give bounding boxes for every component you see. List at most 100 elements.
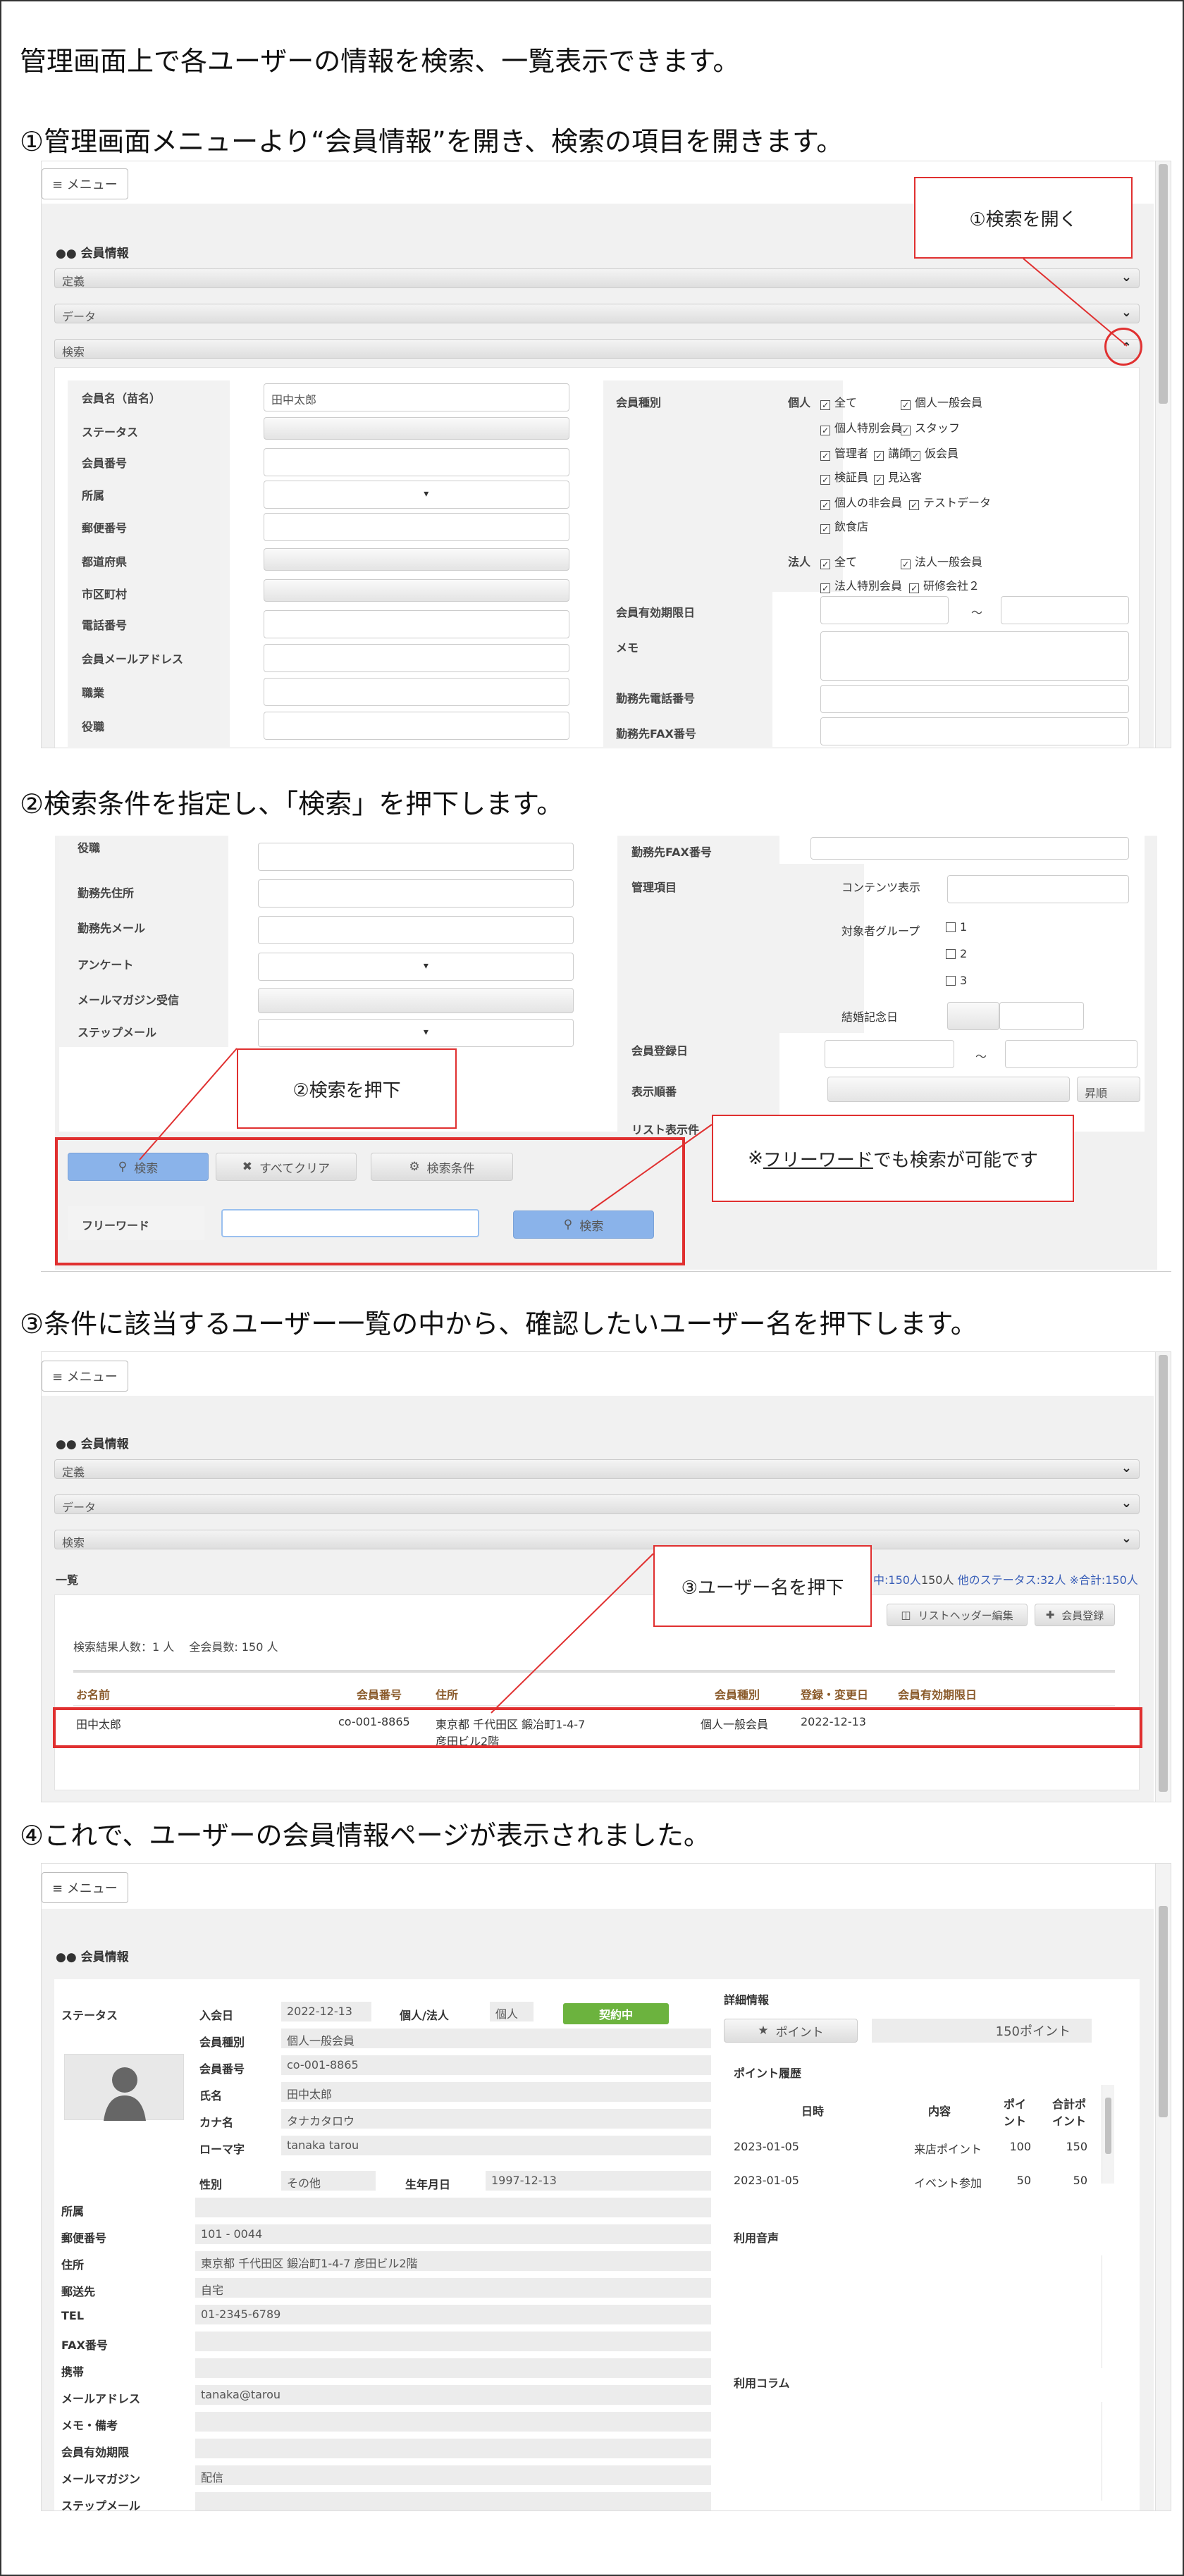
contents-input[interactable] — [947, 875, 1129, 903]
group-option-3[interactable]: 3 — [946, 974, 967, 987]
history-scrollbar[interactable] — [1102, 2085, 1114, 2184]
chevron-down-icon: ⌄ — [1121, 305, 1132, 320]
personal-check-6[interactable]: ✓ 仮会員 — [911, 444, 958, 461]
city-select[interactable] — [264, 579, 569, 602]
stepmail-select[interactable] — [258, 1019, 574, 1047]
detail-title: 詳細情報 — [724, 1993, 770, 2007]
users-icon: ●● — [56, 1437, 81, 1451]
info-label-2: 氏名 — [199, 2089, 223, 2103]
survey-select[interactable] — [258, 953, 574, 981]
corp-check-2[interactable]: ✓ 法人特別会員 — [820, 576, 902, 593]
lower-label-11: ステップメール — [61, 2499, 141, 2511]
hist-point-1: 50 — [1016, 2174, 1031, 2187]
personal-check-8[interactable]: ✓ 見込客 — [874, 468, 922, 485]
bar-teigi[interactable]: 定義 ⌄ — [54, 268, 1140, 288]
left-label-10: 役職 — [82, 720, 105, 733]
menu-button[interactable]: ≡ メニュー — [42, 1872, 128, 1903]
column-scrollbar[interactable] — [1102, 2402, 1114, 2501]
tel-input[interactable] — [264, 610, 569, 638]
group-option-1[interactable]: 1 — [946, 920, 967, 934]
anniv-day[interactable] — [999, 1002, 1084, 1030]
checkbox-checked-icon: ✓ — [909, 500, 919, 510]
work-fax-input[interactable] — [820, 717, 1129, 745]
hist-point-0: 100 — [1009, 2140, 1031, 2153]
personal-label: 個人 — [788, 396, 811, 409]
hist-total-1: 50 — [1073, 2174, 1087, 2187]
checkbox-checked-icon: ✓ — [820, 500, 830, 510]
personal-check-5[interactable]: ✓ 講師 — [874, 444, 911, 461]
expire-to-input[interactable] — [1001, 596, 1129, 624]
work-mail-input[interactable] — [258, 916, 574, 944]
scrollbar[interactable] — [1155, 1352, 1171, 1802]
menu-button[interactable]: ≡ メニュー — [42, 168, 128, 199]
personal-check-10[interactable]: ✓ テストデータ — [909, 493, 991, 510]
expire-from-input[interactable] — [820, 596, 949, 624]
scrollbar[interactable] — [1155, 161, 1171, 748]
chevron-down-icon: ⌄ — [1121, 1496, 1132, 1511]
personal-check-7[interactable]: ✓ 検証員 — [820, 468, 868, 485]
bar-teigi[interactable]: 定義 ⌄ — [54, 1459, 1140, 1479]
memo-textarea[interactable] — [820, 631, 1129, 681]
work-fax-input[interactable] — [810, 837, 1129, 860]
menu-button[interactable]: ≡ メニュー — [42, 1361, 128, 1392]
left-label-4: 郵便番号 — [82, 521, 128, 535]
list-panel: ◫ リストヘッダー編集 ✚ 会員登録 検索結果人数：1 人 全会員数: 150 人 … — [54, 1594, 1140, 1790]
callout-search: ②検索を押下 — [237, 1048, 457, 1129]
member-no-input[interactable] — [264, 448, 569, 476]
order-select[interactable] — [827, 1077, 1070, 1102]
personal-check-9[interactable]: ✓ 個人の非会員 — [820, 493, 902, 510]
bar-search[interactable]: 検索 ⌄ — [54, 1530, 1140, 1549]
checkbox-checked-icon: ✓ — [901, 559, 911, 569]
job-input[interactable] — [264, 678, 569, 706]
reg-to-input[interactable] — [1005, 1040, 1137, 1068]
join-date: 2022-12-13 — [281, 2002, 371, 2021]
voice-scrollbar[interactable] — [1102, 2255, 1114, 2368]
corp-check-0[interactable]: ✓ 全て — [820, 552, 857, 569]
pref-select[interactable] — [264, 548, 569, 571]
status-badge: 契約中 — [563, 2003, 669, 2024]
title-input[interactable] — [264, 712, 569, 740]
email-input[interactable] — [264, 644, 569, 672]
personal-check-2[interactable]: ✓ 個人特別会員 — [820, 419, 902, 435]
manage-label: 管理項目 — [631, 881, 677, 894]
corp-check-3[interactable]: ✓ 研修会社２ — [909, 576, 980, 593]
group-option-2[interactable]: 2 — [946, 947, 967, 960]
screenshot-2: 勤務先FAX番号 管理項目 コンテンツ表示 対象者グループ 1 2 3 結婚記念… — [41, 836, 1171, 1270]
bar-search[interactable]: 検索 ⌃ — [54, 339, 1140, 359]
mailmag-select[interactable] — [258, 988, 574, 1013]
title2-input[interactable] — [258, 843, 574, 871]
belong-select[interactable] — [264, 481, 569, 509]
name-input[interactable]: 田中太郎 — [264, 383, 569, 411]
work-tel-input[interactable] — [820, 685, 1129, 713]
asc-select[interactable]: 昇順 — [1077, 1077, 1140, 1102]
work-addr-input[interactable] — [258, 879, 574, 908]
info-value-1: co-001-8865 — [281, 2055, 711, 2075]
add-member-button[interactable]: ✚ 会員登録 — [1035, 1604, 1115, 1626]
status-select[interactable] — [264, 417, 569, 440]
lower-value-0 — [195, 2198, 711, 2217]
pc-value: 個人 — [490, 2002, 534, 2021]
personal-check-0[interactable]: ✓ 全て — [820, 393, 857, 410]
personal-check-1[interactable]: ✓ 個人一般会員 — [901, 393, 982, 410]
personal-check-4[interactable]: ✓ 管理者 — [820, 444, 868, 461]
list-header-edit-button[interactable]: ◫ リストヘッダー編集 — [887, 1604, 1028, 1626]
personal-check-11[interactable]: ✓ 飲食店 — [820, 517, 868, 534]
zip-input[interactable] — [264, 513, 569, 541]
col-kind: 会員種別 — [715, 1688, 760, 1702]
reg-from-input[interactable] — [825, 1040, 954, 1068]
lower-label-7: メールアドレス — [61, 2392, 141, 2405]
corp-check-1[interactable]: ✓ 法人一般会員 — [901, 552, 982, 569]
lower-value-2: 東京都 千代田区 鍛冶町1-4-7 彦田ビル2階 — [195, 2251, 711, 2271]
bar-data[interactable]: データ ⌄ — [54, 304, 1140, 323]
point-button[interactable]: ★ ポイント — [724, 2019, 858, 2043]
info-value-4: tanaka tarou — [281, 2136, 711, 2155]
lower-label-10: メールマガジン — [61, 2472, 141, 2486]
anniv-month[interactable] — [947, 1002, 999, 1030]
personal-check-3[interactable]: ✓ スタッフ — [901, 419, 960, 435]
left-label-5: ステップメール — [78, 1026, 157, 1039]
lower-value-8 — [195, 2412, 711, 2432]
order-label: 表示順番 — [631, 1085, 677, 1098]
lower-value-5 — [195, 2332, 711, 2351]
scrollbar[interactable] — [1155, 1864, 1171, 2510]
bar-data[interactable]: データ ⌄ — [54, 1494, 1140, 1514]
